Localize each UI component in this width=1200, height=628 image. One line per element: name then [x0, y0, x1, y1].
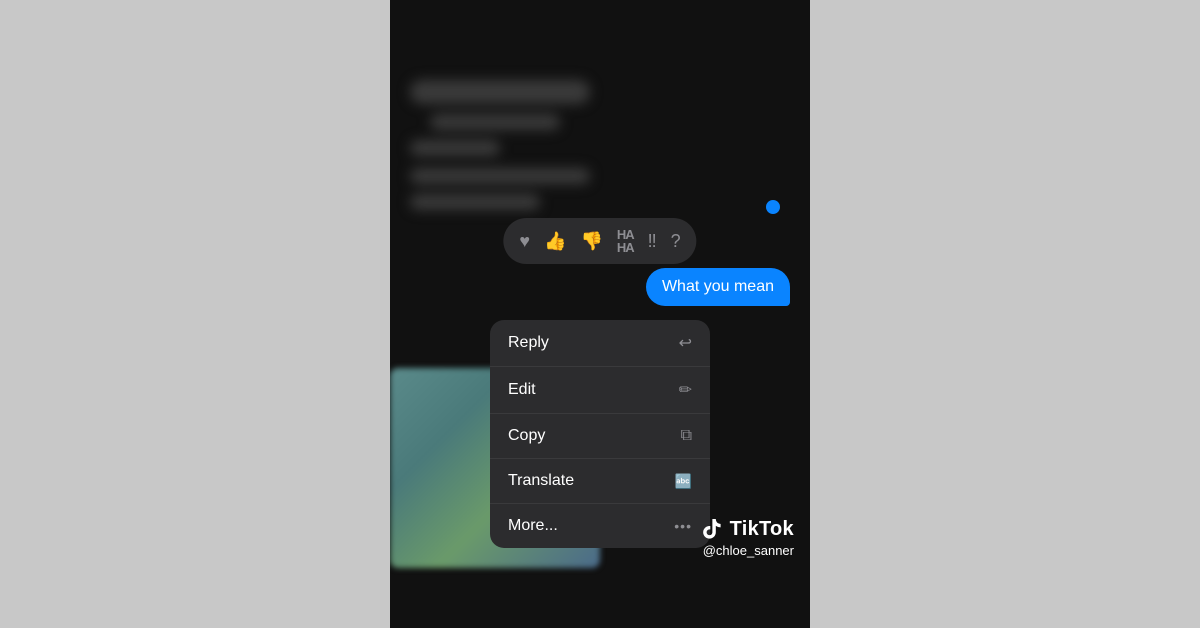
tiktok-brand-text: TikTok [730, 518, 794, 541]
tiktok-icon [700, 517, 724, 541]
blur-block-3 [410, 140, 500, 156]
message-bubble: What you mean [646, 268, 790, 306]
reply-label: Reply [508, 334, 549, 352]
translate-icon: 🔤 [675, 473, 692, 490]
menu-item-reply[interactable]: Reply ↩ [490, 320, 710, 367]
message-bubble-container: What you mean [646, 268, 790, 306]
more-label: More... [508, 517, 558, 535]
tiktok-watermark: TikTok @chloe_sanner [700, 517, 794, 558]
copy-icon: ⧉ [681, 427, 692, 445]
menu-item-copy[interactable]: Copy ⧉ [490, 414, 710, 459]
blur-block-1 [410, 80, 590, 104]
blue-indicator-dot [766, 200, 780, 214]
copy-label: Copy [508, 427, 545, 445]
reaction-bar: ♥ 👍 👎 HAHA ‼ ? [503, 218, 696, 264]
menu-item-translate[interactable]: Translate 🔤 [490, 459, 710, 504]
tiktok-logo-row: TikTok [700, 517, 794, 541]
emphasis-reaction-icon[interactable]: ‼ [648, 232, 657, 250]
thumbsup-reaction-icon[interactable]: 👍 [544, 232, 566, 250]
question-reaction-icon[interactable]: ? [671, 232, 681, 250]
translate-label: Translate [508, 472, 574, 490]
menu-item-more[interactable]: More... ••• [490, 504, 710, 548]
edit-icon: ✏ [679, 380, 692, 400]
more-icon: ••• [674, 518, 692, 534]
context-menu: Reply ↩ Edit ✏ Copy ⧉ Translate 🔤 More..… [490, 320, 710, 548]
tiktok-handle: @chloe_sanner [703, 543, 794, 558]
blur-block-2 [430, 114, 560, 130]
message-text: What you mean [662, 278, 774, 295]
reply-icon: ↩ [679, 333, 692, 353]
thumbsdown-reaction-icon[interactable]: 👎 [580, 232, 602, 250]
blur-block-5 [410, 194, 540, 210]
menu-item-edit[interactable]: Edit ✏ [490, 367, 710, 414]
phone-screen: ♥ 👍 👎 HAHA ‼ ? What you mean Reply ↩ Edi… [390, 0, 810, 628]
edit-label: Edit [508, 381, 536, 399]
haha-reaction-icon[interactable]: HAHA [617, 228, 634, 254]
blurred-chat-messages [410, 80, 662, 220]
heart-reaction-icon[interactable]: ♥ [519, 232, 530, 250]
blur-block-4 [410, 168, 590, 184]
